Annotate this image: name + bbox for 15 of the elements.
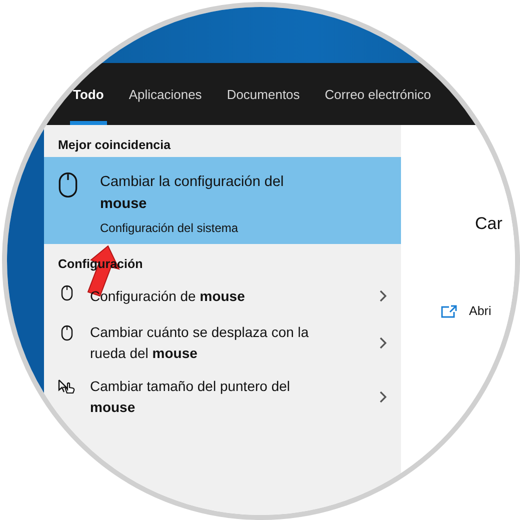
best-match-item[interactable]: Cambiar la configuración del mouse Configuración del sistema <box>44 157 401 244</box>
result-label: Cambiar tamaño del puntero del mouse <box>90 377 292 417</box>
result-item[interactable]: Cambiar tamaño del puntero del mouse <box>44 370 401 424</box>
result-item[interactable]: Cambiar cuánto se desplaza con la rueda del mouse <box>44 316 401 370</box>
result-label: Cambiar cuánto se desplaza con la rueda del mouse <box>90 323 310 363</box>
result-subtitle: Configuración del sistema <box>100 221 240 235</box>
preview-title: Car <box>474 214 504 234</box>
result-label: Configuración de mouse <box>90 286 246 306</box>
result-title: Cambiar la configuración del mouse <box>100 173 285 214</box>
search-tab[interactable]: Correo electrónico <box>322 63 434 125</box>
section-heading: Mejor coincidencia <box>57 137 172 154</box>
search-tab[interactable]: Aplicaciones <box>126 63 205 125</box>
open-action[interactable]: Abri <box>441 304 515 318</box>
result-item[interactable]: Configuración de mouse <box>44 276 401 316</box>
search-tab[interactable]: Documentos <box>224 63 303 125</box>
